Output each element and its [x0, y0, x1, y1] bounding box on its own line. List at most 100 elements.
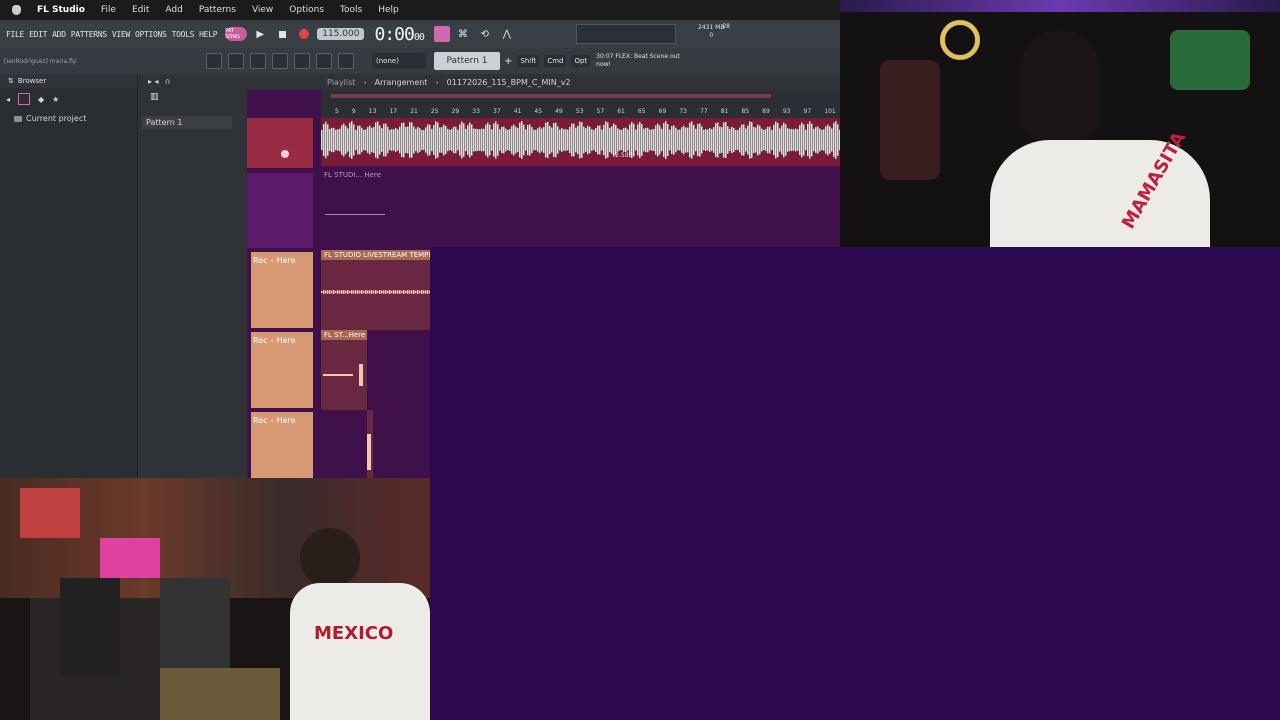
tool-icon-2[interactable]	[228, 53, 244, 69]
playlist-view[interactable]: Arrangement	[375, 78, 428, 87]
waveform-sample	[511, 126, 513, 154]
fl-menu-options[interactable]: OPTIONS	[135, 30, 167, 39]
audio-clip-5[interactable]	[367, 410, 373, 478]
waveform-sample	[377, 121, 379, 159]
tool-icon-3[interactable]	[250, 53, 266, 69]
fl-menu-add[interactable]: ADD	[52, 30, 66, 39]
fl-menu-tools[interactable]: TOOLS	[172, 30, 195, 39]
audio-clip-1[interactable]: -2.5dB	[321, 118, 840, 166]
waveform-sample	[573, 123, 575, 157]
browser-arrows-icon[interactable]: ⇅	[8, 77, 14, 85]
mixer-icon[interactable]	[294, 53, 310, 69]
tool-icon-4[interactable]	[272, 53, 288, 69]
menu-view[interactable]: View	[252, 5, 273, 15]
menu-patterns[interactable]: Patterns	[199, 5, 236, 15]
mic-icon[interactable]	[338, 53, 354, 69]
arrow-icon[interactable]	[316, 53, 332, 69]
menu-edit[interactable]: Edit	[132, 5, 149, 15]
tool-icon-1[interactable]	[206, 53, 222, 69]
ruler-tick: 49	[555, 108, 563, 115]
waveform-sample	[559, 129, 561, 151]
record-icon[interactable]	[295, 25, 313, 43]
app-name[interactable]: FL Studio	[37, 5, 85, 15]
track-header-1[interactable]	[247, 118, 313, 168]
waveform-monitor	[575, 24, 676, 44]
title-sep-2: ›	[435, 77, 439, 87]
metronome-icon[interactable]	[433, 26, 450, 42]
fl-menu-view[interactable]: VIEW	[112, 30, 130, 39]
waveform-sample	[493, 123, 495, 157]
waveform-sample	[391, 290, 393, 294]
apple-icon[interactable]	[12, 5, 21, 15]
back-icon[interactable]: ◂	[6, 95, 10, 104]
loop-region[interactable]	[331, 94, 771, 98]
waveform-sample	[381, 290, 383, 294]
waveform-sample	[375, 290, 377, 294]
fl-menu-edit[interactable]: EDIT	[29, 30, 47, 39]
stop-icon[interactable]	[273, 25, 291, 43]
piano-icon[interactable]: ▥	[138, 88, 247, 102]
fl-menu-file[interactable]: FILE	[6, 30, 24, 39]
waveform-sample	[529, 124, 531, 156]
waveform-sample	[503, 126, 505, 154]
snap-icon[interactable]: ⋀	[498, 25, 516, 43]
menu-tools[interactable]: Tools	[340, 5, 362, 15]
channel-select[interactable]: (none)	[372, 53, 426, 69]
waveform-sample	[477, 129, 479, 151]
waveform-sample	[585, 128, 587, 152]
waveform-sample	[403, 122, 405, 158]
magnet-icon[interactable]: ∩	[165, 77, 171, 86]
waveform-sample	[691, 121, 693, 159]
cmd-button[interactable]: Cmd	[544, 55, 567, 67]
pat-song-toggle[interactable]: PAT SONG	[225, 27, 248, 41]
timeline-ruler[interactable]: 5 9 13 17 21 25 29 33 37 41 45 49 53 57 61 65 69 73 77 81 85…	[321, 90, 840, 118]
menu-add[interactable]: Add	[165, 5, 182, 15]
pattern-select[interactable]: Pattern 1	[434, 52, 500, 70]
audio-clip-4[interactable]: FL ST...Here	[321, 330, 367, 410]
fl-menu-help[interactable]: HELP	[199, 30, 217, 39]
waveform-sample	[395, 290, 397, 294]
waveform-sample	[519, 122, 521, 158]
browser-item-current-project[interactable]: Current project	[0, 110, 137, 123]
waveform-sample	[595, 128, 597, 152]
browser-tab-icon[interactable]: ◆	[38, 95, 44, 104]
stream-background-right	[840, 247, 1280, 478]
news-ticker[interactable]: 30:07 FLEX: Beat Scene out now!	[596, 53, 692, 69]
track-header-2[interactable]	[247, 173, 313, 248]
waveform-sample	[637, 124, 639, 156]
star-icon[interactable]: ★	[52, 95, 59, 104]
pattern-item[interactable]: Pattern 1	[142, 116, 232, 129]
waveform-sample	[457, 129, 459, 151]
waveform-sample	[489, 124, 491, 156]
waveform-sample	[747, 125, 749, 155]
fl-menu-patterns[interactable]: PATTERNS	[71, 30, 107, 39]
waveform-sample	[653, 128, 655, 152]
opt-button[interactable]: Opt	[571, 55, 591, 67]
browser-tab-active[interactable]	[18, 93, 31, 105]
waveform-sample	[475, 128, 477, 152]
waveform-sample	[715, 123, 717, 157]
waveform-sample	[335, 290, 337, 294]
play-icon[interactable]: ▶	[251, 25, 269, 43]
menu-help[interactable]: Help	[378, 5, 399, 15]
waveform-sample	[759, 125, 761, 155]
waveform-sample	[427, 124, 429, 156]
waveform-sample	[833, 122, 835, 158]
waveform-sample	[539, 126, 541, 154]
shift-button[interactable]: Shift	[517, 55, 540, 67]
ruler-tick: 101	[824, 108, 836, 115]
mac-menubar: FL Studio File Edit Add Patterns View Op…	[0, 0, 840, 20]
add-pattern-icon[interactable]: +	[504, 56, 512, 67]
ruler-tick: 85	[741, 108, 750, 115]
loop-icon[interactable]: ⟲	[476, 25, 494, 43]
waveform-sample	[435, 121, 437, 159]
waveform-sample	[789, 128, 791, 152]
nav-arrows-icon[interactable]: ▸ ◂	[148, 77, 159, 86]
wait-icon[interactable]: ⌘	[454, 25, 472, 43]
audio-clip-2[interactable]: FL STUDI... Here	[321, 170, 840, 250]
track-mute-icon[interactable]	[281, 150, 289, 158]
tempo-field[interactable]: 115.000	[317, 28, 365, 40]
menu-options[interactable]: Options	[289, 5, 324, 15]
waveform-sample	[771, 129, 773, 151]
menu-file[interactable]: File	[101, 5, 116, 15]
